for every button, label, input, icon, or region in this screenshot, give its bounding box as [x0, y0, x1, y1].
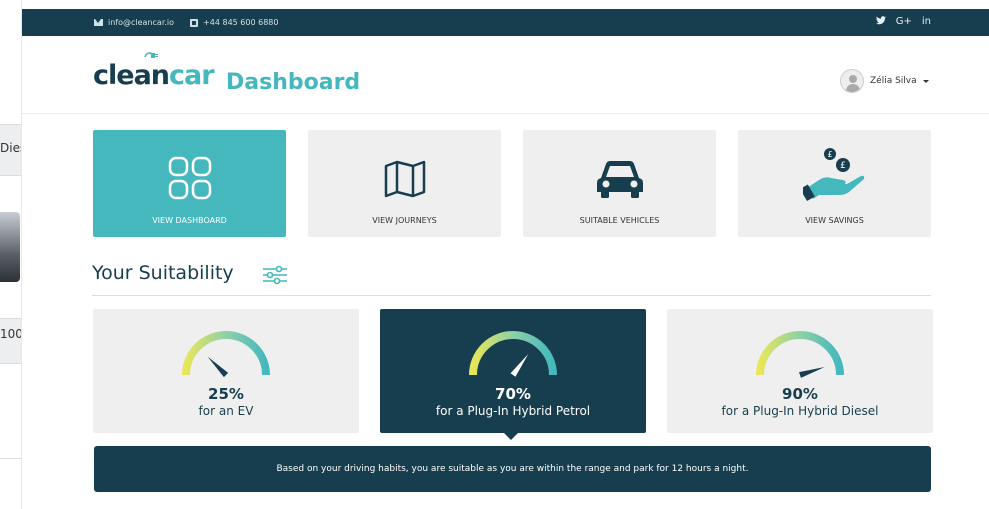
- suitability-percent: 90%: [782, 385, 818, 403]
- twitter-icon[interactable]: [875, 16, 886, 25]
- selected-card-pointer: [503, 432, 519, 440]
- hand-coins-icon: £ £: [802, 148, 864, 202]
- suitability-percent: 25%: [208, 385, 244, 403]
- tile-label: VIEW JOURNEYS: [372, 216, 437, 225]
- page-title: Dashboard: [226, 70, 361, 95]
- tile-view-journeys[interactable]: VIEW JOURNEYS: [308, 130, 501, 237]
- section-title: Your Suitability: [92, 262, 234, 284]
- divider: [92, 295, 931, 296]
- gauge-needle: [207, 356, 229, 378]
- gauge-arc: [469, 331, 557, 376]
- phone-text: +44 845 600 6880: [203, 18, 279, 27]
- background-window: Dies 100l: [0, 0, 22, 509]
- gauge-icon: [469, 331, 557, 377]
- background-text: 100l: [0, 327, 21, 341]
- suitability-description: for a Plug-In Hybrid Diesel: [721, 404, 879, 418]
- gauge-icon: [182, 331, 270, 378]
- mail-icon: [94, 19, 103, 26]
- background-text: Dies: [0, 141, 21, 155]
- tile-label: SUITABLE VEHICLES: [579, 216, 660, 225]
- phone-icon: [190, 18, 199, 27]
- logo-main: clean: [93, 60, 170, 91]
- background-car-image: [0, 212, 20, 282]
- sliders-icon[interactable]: [262, 265, 288, 285]
- user-menu[interactable]: Zélia Silva: [840, 69, 929, 93]
- dashboard-grid-icon: [168, 156, 211, 200]
- header: cleancar Dashboard Zélia Silva: [22, 36, 989, 114]
- phone-link[interactable]: +44 845 600 6880: [190, 18, 278, 27]
- map-icon: [384, 160, 425, 198]
- car-icon: [596, 161, 643, 198]
- suitability-card-phev-petrol[interactable]: 70% for a Plug-In Hybrid Petrol: [380, 309, 646, 433]
- gauge-needle: [510, 353, 529, 377]
- suitability-description: for an EV: [198, 404, 254, 418]
- tile-view-dashboard[interactable]: VIEW DASHBOARD: [93, 130, 286, 237]
- social-links: G+ in: [875, 16, 931, 27]
- tile-suitable-vehicles[interactable]: SUITABLE VEHICLES: [523, 130, 716, 237]
- tile-label: VIEW DASHBOARD: [152, 216, 227, 225]
- suitability-card-phev-diesel[interactable]: 90% for a Plug-In Hybrid Diesel: [667, 309, 933, 433]
- svg-text:£: £: [840, 161, 846, 171]
- gauge-arc: [182, 331, 270, 376]
- suitability-description: for a Plug-In Hybrid Petrol: [435, 404, 591, 418]
- user-name: Zélia Silva: [870, 76, 917, 86]
- suitability-percent: 70%: [495, 385, 531, 403]
- chevron-down-icon: [922, 79, 929, 83]
- suitability-message: Based on your driving habits, you are su…: [94, 446, 931, 492]
- google-plus-icon[interactable]: G+: [896, 16, 912, 27]
- linkedin-icon[interactable]: in: [922, 16, 931, 27]
- tile-label: VIEW SAVINGS: [805, 216, 864, 225]
- svg-text:£: £: [827, 150, 832, 159]
- logo-accent: car: [169, 60, 215, 91]
- suitability-card-ev[interactable]: 25% for an EV: [93, 309, 359, 433]
- gauge-needle: [799, 366, 825, 378]
- logo[interactable]: cleancar: [93, 60, 215, 91]
- top-contact-bar: info@cleancar.io +44 845 600 6880 G+ in: [22, 9, 989, 36]
- background-row: 100l: [0, 318, 21, 364]
- divider: [0, 458, 21, 459]
- email-text: info@cleancar.io: [108, 18, 175, 27]
- tile-view-savings[interactable]: £ £ VIEW SAVINGS: [738, 130, 931, 237]
- contact-info: info@cleancar.io +44 845 600 6880: [94, 18, 278, 27]
- background-row: Dies: [0, 124, 21, 176]
- gauge-icon: [756, 331, 844, 378]
- email-link[interactable]: info@cleancar.io: [94, 18, 174, 27]
- avatar: [840, 69, 864, 93]
- gauge-arc: [756, 331, 844, 376]
